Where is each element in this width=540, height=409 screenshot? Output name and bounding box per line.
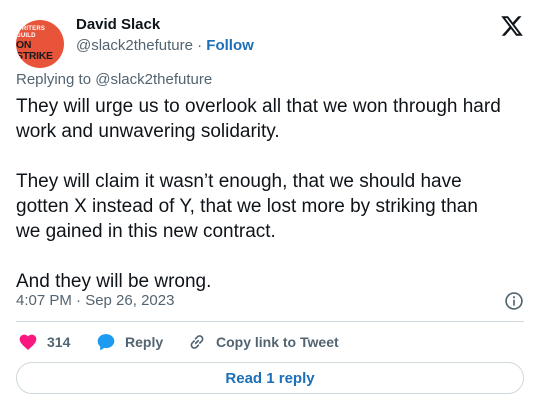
reply-button[interactable]: Reply bbox=[96, 332, 163, 352]
speech-bubble-icon bbox=[97, 334, 115, 351]
copy-link-button[interactable]: Copy link to Tweet bbox=[187, 332, 339, 352]
link-icon bbox=[190, 335, 204, 349]
tweet-actions: 314 Reply Copy link to Tweet bbox=[16, 332, 524, 354]
replying-mention[interactable]: @slack2thefuture bbox=[95, 71, 212, 88]
copy-link-label: Copy link to Tweet bbox=[216, 334, 339, 350]
read-replies-button[interactable]: Read 1 reply bbox=[16, 362, 524, 394]
avatar-main-text: ON STRIKE bbox=[16, 39, 53, 62]
x-logo-icon[interactable] bbox=[500, 14, 524, 38]
like-count: 314 bbox=[47, 334, 71, 350]
heart-icon bbox=[19, 334, 37, 350]
reply-label: Reply bbox=[125, 334, 164, 350]
follow-button[interactable]: Follow bbox=[206, 37, 254, 54]
author-handle[interactable]: @slack2thefuture bbox=[76, 37, 193, 54]
author-name[interactable]: David Slack bbox=[76, 16, 160, 33]
avatar[interactable]: WRITERS GUILD ON STRIKE bbox=[16, 20, 64, 68]
like-button[interactable]: 314 bbox=[18, 332, 70, 352]
separator-dot: · bbox=[197, 37, 203, 54]
divider bbox=[16, 321, 524, 322]
tweet-timestamp[interactable]: 4:07 PM · Sep 26, 2023 bbox=[16, 292, 174, 309]
tweet-card: WRITERS GUILD ON STRIKE David Slack @sla… bbox=[0, 0, 540, 409]
avatar-top-text: WRITERS GUILD bbox=[16, 26, 46, 39]
tweet-header: WRITERS GUILD ON STRIKE David Slack @sla… bbox=[16, 14, 524, 68]
replying-prefix: Replying to bbox=[16, 71, 96, 88]
info-icon[interactable] bbox=[504, 291, 524, 311]
tweet-text: They will urge us to overlook all that w… bbox=[16, 96, 501, 292]
replying-to: Replying to @slack2thefuture bbox=[16, 71, 212, 88]
handle-row: @slack2thefuture · Follow bbox=[76, 37, 254, 54]
